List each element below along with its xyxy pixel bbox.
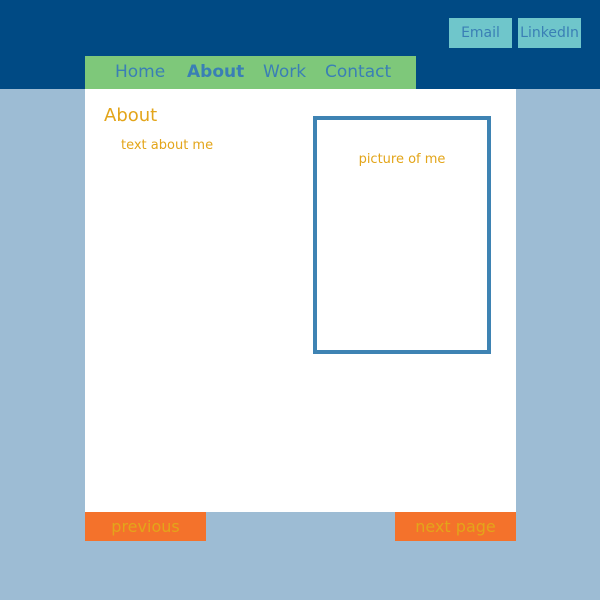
nav-item-home[interactable]: Home (115, 62, 165, 82)
page-title: About (104, 105, 158, 126)
email-button[interactable]: Email (449, 18, 512, 48)
about-text: text about me (121, 138, 214, 153)
nav-item-contact[interactable]: Contact (325, 62, 391, 82)
nav-item-work[interactable]: Work (263, 62, 306, 82)
nav-item-about[interactable]: About (187, 62, 244, 82)
content-panel: About text about me picture of me (85, 89, 516, 512)
next-page-button[interactable]: next page (395, 512, 516, 541)
linkedin-button[interactable]: LinkedIn (518, 18, 581, 48)
picture-label: picture of me (358, 152, 446, 167)
profile-picture-placeholder: picture of me (313, 116, 491, 354)
previous-button[interactable]: previous (85, 512, 206, 541)
main-nav: Home About Work Contact (85, 56, 416, 89)
